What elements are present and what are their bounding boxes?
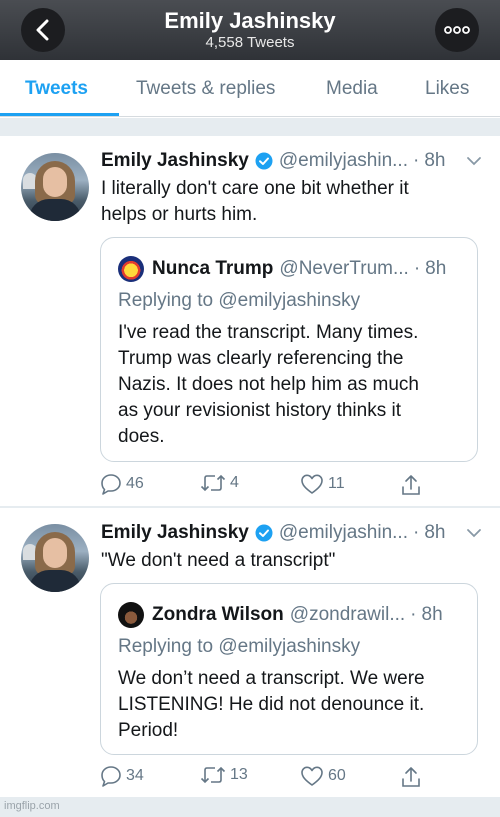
like-button[interactable]: 60 [300, 765, 346, 787]
like-button[interactable]: 11 [300, 473, 345, 495]
share-icon [402, 767, 420, 787]
quoted-tweet[interactable]: Nunca Trump @NeverTrum... · 8h Replying … [100, 237, 478, 462]
quoted-tweet-text: We don’t need a transcript. We were LIST… [118, 668, 425, 741]
share-button[interactable] [400, 473, 422, 497]
tweet-text: "We don't need a transcript" [101, 550, 336, 571]
avatar[interactable] [21, 524, 89, 592]
reply-mention-link[interactable]: @emilyjashinsky [218, 290, 360, 311]
retweet-icon [200, 474, 226, 492]
tweet-author-handle[interactable]: @emilyjashin... [279, 150, 408, 172]
separator-dot: · [413, 258, 421, 279]
quoted-author-name: Nunca Trump [152, 258, 274, 279]
share-icon [402, 475, 420, 495]
avatar[interactable] [21, 153, 89, 221]
separator [0, 118, 500, 136]
footer-bar: imgflip.com [0, 797, 500, 817]
tweet-header: Emily Jashinsky @emilyjashin... · 8h [101, 522, 445, 544]
replying-to: Replying to @emilyjashinsky [118, 290, 361, 311]
header-title: Emily Jashinsky [164, 8, 336, 33]
chevron-down-icon[interactable] [466, 156, 482, 166]
active-tab-indicator [0, 113, 119, 116]
verified-badge-icon [255, 152, 273, 170]
quoted-timestamp: 8h [425, 258, 447, 279]
separator-dot: · [412, 522, 420, 543]
chevron-left-icon [36, 19, 49, 41]
separator-dot: · [410, 604, 417, 625]
tweet-author-name[interactable]: Emily Jashinsky [101, 150, 249, 172]
tweet[interactable]: Emily Jashinsky @emilyjashin... · 8h "We… [0, 508, 500, 797]
tweet-text: I literally don't care one bit whether i… [101, 178, 409, 225]
tab-likes[interactable]: Likes [425, 78, 469, 100]
reply-mention-link[interactable]: @emilyjashinsky [218, 636, 360, 657]
tab-media[interactable]: Media [326, 78, 378, 100]
quoted-author-name: Zondra Wilson [152, 604, 284, 625]
verified-badge-icon [255, 524, 273, 542]
watermark: imgflip.com [4, 800, 60, 812]
retweet-icon [200, 766, 226, 784]
tweet-actions: 34 13 60 [100, 765, 430, 791]
quoted-author-handle: @zondrawil... [289, 604, 406, 625]
replying-to: Replying to @emilyjashinsky [118, 636, 361, 657]
quoted-avatar [118, 256, 144, 282]
tab-tweets-and-replies[interactable]: Tweets & replies [136, 78, 275, 100]
retweet-count: 4 [230, 474, 239, 491]
retweet-button[interactable]: 13 [200, 765, 248, 785]
tweet-header: Emily Jashinsky @emilyjashin... · 8h [101, 150, 445, 172]
quoted-tweet-header: Nunca Trump @NeverTrum... · 8h [118, 256, 446, 282]
tab-tweets[interactable]: Tweets [25, 78, 88, 100]
tweet-author-name[interactable]: Emily Jashinsky [101, 522, 249, 544]
quoted-tweet[interactable]: Zondra Wilson @zondrawil... · 8h Replyin… [100, 583, 478, 755]
tweet-timestamp[interactable]: 8h [424, 522, 445, 544]
reply-icon [101, 474, 121, 495]
profile-header: Emily Jashinsky 4,558 Tweets [0, 0, 500, 60]
tweet[interactable]: Emily Jashinsky @emilyjashin... · 8h I l… [0, 136, 500, 506]
tweet-timestamp[interactable]: 8h [424, 150, 445, 172]
reply-icon [101, 766, 121, 787]
back-button[interactable] [21, 8, 65, 52]
heart-icon [301, 766, 323, 786]
heart-icon [301, 474, 323, 494]
retweet-count: 13 [230, 766, 248, 783]
like-count: 11 [328, 475, 345, 492]
more-button[interactable] [435, 8, 479, 52]
reply-button[interactable]: 34 [100, 765, 144, 787]
tweet-actions: 46 4 11 [100, 473, 430, 499]
like-count: 60 [328, 767, 346, 784]
header-tweet-count: 4,558 Tweets [205, 34, 295, 51]
quoted-avatar [118, 602, 144, 628]
quoted-tweet-header: Zondra Wilson @zondrawil... · 8h [118, 602, 443, 628]
reply-count: 34 [126, 767, 144, 784]
quoted-timestamp: 8h [421, 604, 443, 625]
chevron-down-icon[interactable] [466, 528, 482, 538]
reply-button[interactable]: 46 [100, 473, 144, 495]
share-button[interactable] [400, 765, 422, 789]
profile-tabs: Tweets Tweets & replies Media Likes [0, 60, 500, 117]
tweet-author-handle[interactable]: @emilyjashin... [279, 522, 408, 544]
more-icon [444, 26, 470, 34]
separator-dot: · [412, 150, 420, 171]
retweet-button[interactable]: 4 [200, 473, 239, 493]
quoted-author-handle: @NeverTrum... [279, 258, 409, 279]
reply-count: 46 [126, 475, 144, 492]
quoted-tweet-text: I've read the transcript. Many times. Tr… [118, 322, 419, 447]
